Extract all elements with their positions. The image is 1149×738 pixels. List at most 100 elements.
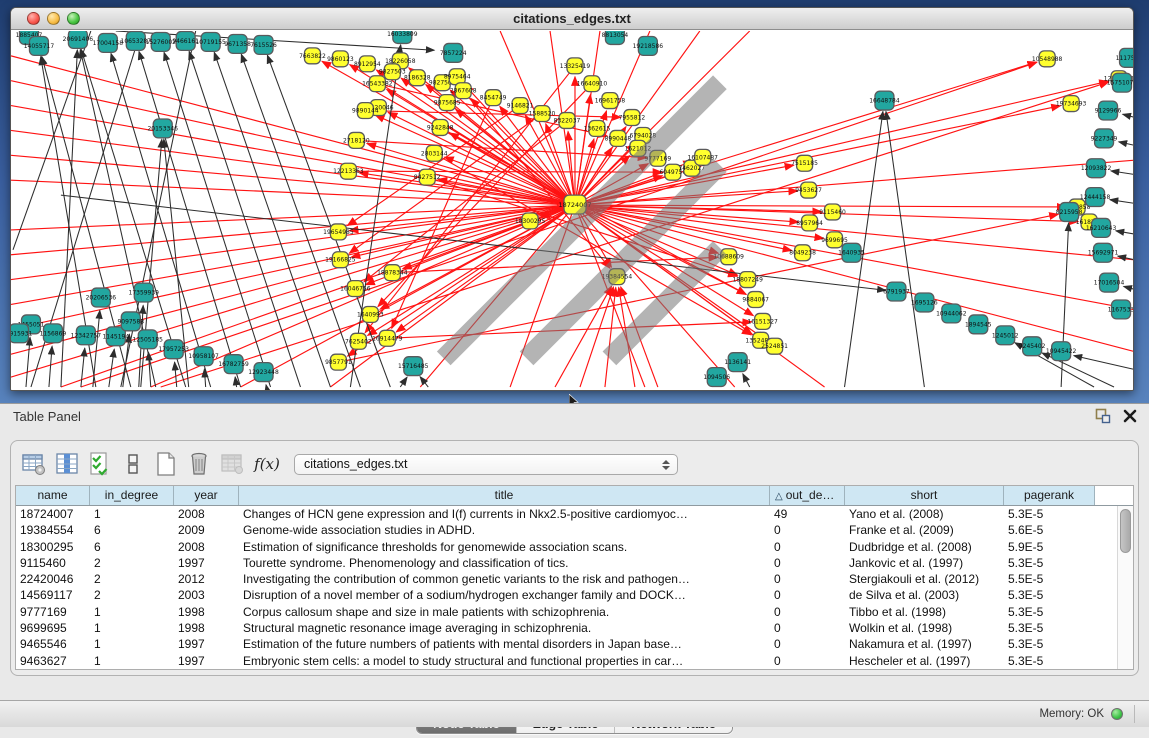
table-cell: 19384554 [16,522,90,538]
table-cell: Estimation of significance thresholds fo… [239,539,770,555]
table-row[interactable]: 2242004622012Investigating the contribut… [16,571,1117,587]
table-cell: 9699695 [16,620,90,636]
row-height-icon[interactable] [118,449,148,479]
table-toolbar: f(x) citations_edges.txt [19,447,1130,481]
table-cell: 9115460 [16,555,90,571]
table-cell: Investigating the contribution of common… [239,571,770,587]
table-cell: 1997 [174,653,239,669]
window-resize-grip[interactable] [10,27,1129,386]
table-cell: 0 [770,620,845,636]
column-header-name[interactable]: name [16,486,90,505]
table-cell: 1 [90,620,174,636]
column-header-short[interactable]: short [845,486,1004,505]
table-source-combobox-value: citations_edges.txt [304,457,408,471]
table-cell: 2009 [174,522,239,538]
table-cell: Changes of HCN gene expression and I(f) … [239,506,770,522]
table-cell: 5.3E-5 [1004,604,1095,620]
table-settings-icon[interactable] [19,449,49,479]
float-panel-icon[interactable] [1095,408,1111,424]
function-builder-icon[interactable]: f(x) [250,455,284,473]
select-columns-icon[interactable] [52,449,82,479]
table-header-row: namein_degreeyeartitle△out_de…shortpager… [16,486,1133,506]
table-cell: Estimation of the future numbers of pati… [239,636,770,652]
table-cell: de Silva et al. (2003) [845,587,1004,603]
table-cell: 2 [90,555,174,571]
table-cell: 0 [770,636,845,652]
table-cell: Tourette syndrome. Phenomenology and cla… [239,555,770,571]
network-view-window[interactable]: citations_edges.txt 98601238912954182260… [10,7,1134,391]
table-cell: Wolkin et al. (1998) [845,620,1004,636]
table-row[interactable]: 1872400712008Changes of HCN gene express… [16,506,1117,522]
column-header-title[interactable]: title [239,486,770,505]
table-cell: 5.3E-5 [1004,587,1095,603]
sort-ascending-icon: △ [775,491,783,502]
table-cell: 1997 [174,636,239,652]
column-header-pagerank[interactable]: pagerank [1004,486,1095,505]
table-panel-group: f(x) citations_edges.txt namein_degreeye… [10,440,1139,676]
table-panel: Table Panel [0,403,1149,700]
table-cell: 1997 [174,555,239,571]
status-bar: Memory: OK [0,700,1149,727]
table-row[interactable]: 946362711997Embryonic stem cells: a mode… [16,653,1117,669]
table-cell: 5.3E-5 [1004,506,1095,522]
table-body: 1872400712008Changes of HCN gene express… [16,506,1117,669]
table-cell: Jankovic et al. (1997) [845,555,1004,571]
table-cell: 0 [770,653,845,669]
column-header-year[interactable]: year [174,486,239,505]
table-cell: 14569117 [16,587,90,603]
table-row[interactable]: 946554611997Estimation of the future num… [16,636,1117,652]
delete-table-icon[interactable] [217,449,247,479]
table-cell: 2012 [174,571,239,587]
table-cell: Corpus callosum shape and size in male p… [239,604,770,620]
table-cell: 5.5E-5 [1004,571,1095,587]
table-cell: Tibbo et al. (1998) [845,604,1004,620]
column-header-out_de[interactable]: △out_de… [770,486,845,505]
table-cell: 5.9E-5 [1004,539,1095,555]
table-cell: Genome-wide association studies in ADHD. [239,522,770,538]
memory-status-label: Memory: OK [1039,708,1104,720]
statusbar-divider [1134,705,1135,723]
table-cell: 9777169 [16,604,90,620]
table-row[interactable]: 977716911998Corpus callosum shape and si… [16,604,1117,620]
table-row[interactable]: 1938455462009Genome-wide association stu… [16,522,1117,538]
table-panel-title: Table Panel [13,409,81,424]
new-column-icon[interactable] [151,449,181,479]
table-cell: 2 [90,587,174,603]
memory-ok-indicator-icon[interactable] [1111,708,1123,720]
table-cell: Disruption of a novel member of a sodium… [239,587,770,603]
table-cell: 49 [770,506,845,522]
table-cell: 2003 [174,587,239,603]
table-cell: 5.3E-5 [1004,653,1095,669]
table-cell: 6 [90,539,174,555]
table-panel-header: Table Panel [0,404,1149,429]
table-cell: 0 [770,604,845,620]
table-cell: 18300295 [16,539,90,555]
table-cell: Nakamura et al. (1997) [845,636,1004,652]
table-row[interactable]: 969969511998Structural magnetic resonanc… [16,620,1117,636]
scrollbar-thumb[interactable] [1120,509,1131,553]
table-vertical-scrollbar[interactable] [1117,506,1133,669]
table-cell: 1 [90,653,174,669]
table-cell: 5.6E-5 [1004,522,1095,538]
column-header-in_degree[interactable]: in_degree [90,486,174,505]
table-row[interactable]: 911546021997Tourette syndrome. Phenomeno… [16,555,1117,571]
desktop-background: citations_edges.txt 98601238912954182260… [0,0,1149,403]
network-canvas-area[interactable]: 9860123891295418226058982750316543382818… [11,31,1133,390]
table-row[interactable]: 1830029562008Estimation of significance … [16,539,1117,555]
table-cell: Yano et al. (2008) [845,506,1004,522]
delete-column-icon[interactable] [184,449,214,479]
table-cell: Embryonic stem cells: a model to study s… [239,653,770,669]
table-cell: 1998 [174,604,239,620]
header-filler [1095,486,1133,505]
table-cell: 2008 [174,506,239,522]
table-source-combobox[interactable]: citations_edges.txt [294,454,678,475]
import-checks-icon[interactable] [85,449,115,479]
table-cell: 0 [770,555,845,571]
table-cell: 18724007 [16,506,90,522]
table-row[interactable]: 1456911722003Disruption of a novel membe… [16,587,1117,603]
table-cell: 1 [90,636,174,652]
close-panel-icon[interactable] [1123,409,1137,423]
table-cell: 6 [90,522,174,538]
table-cell: 1 [90,506,174,522]
table-cell: 5.3E-5 [1004,555,1095,571]
